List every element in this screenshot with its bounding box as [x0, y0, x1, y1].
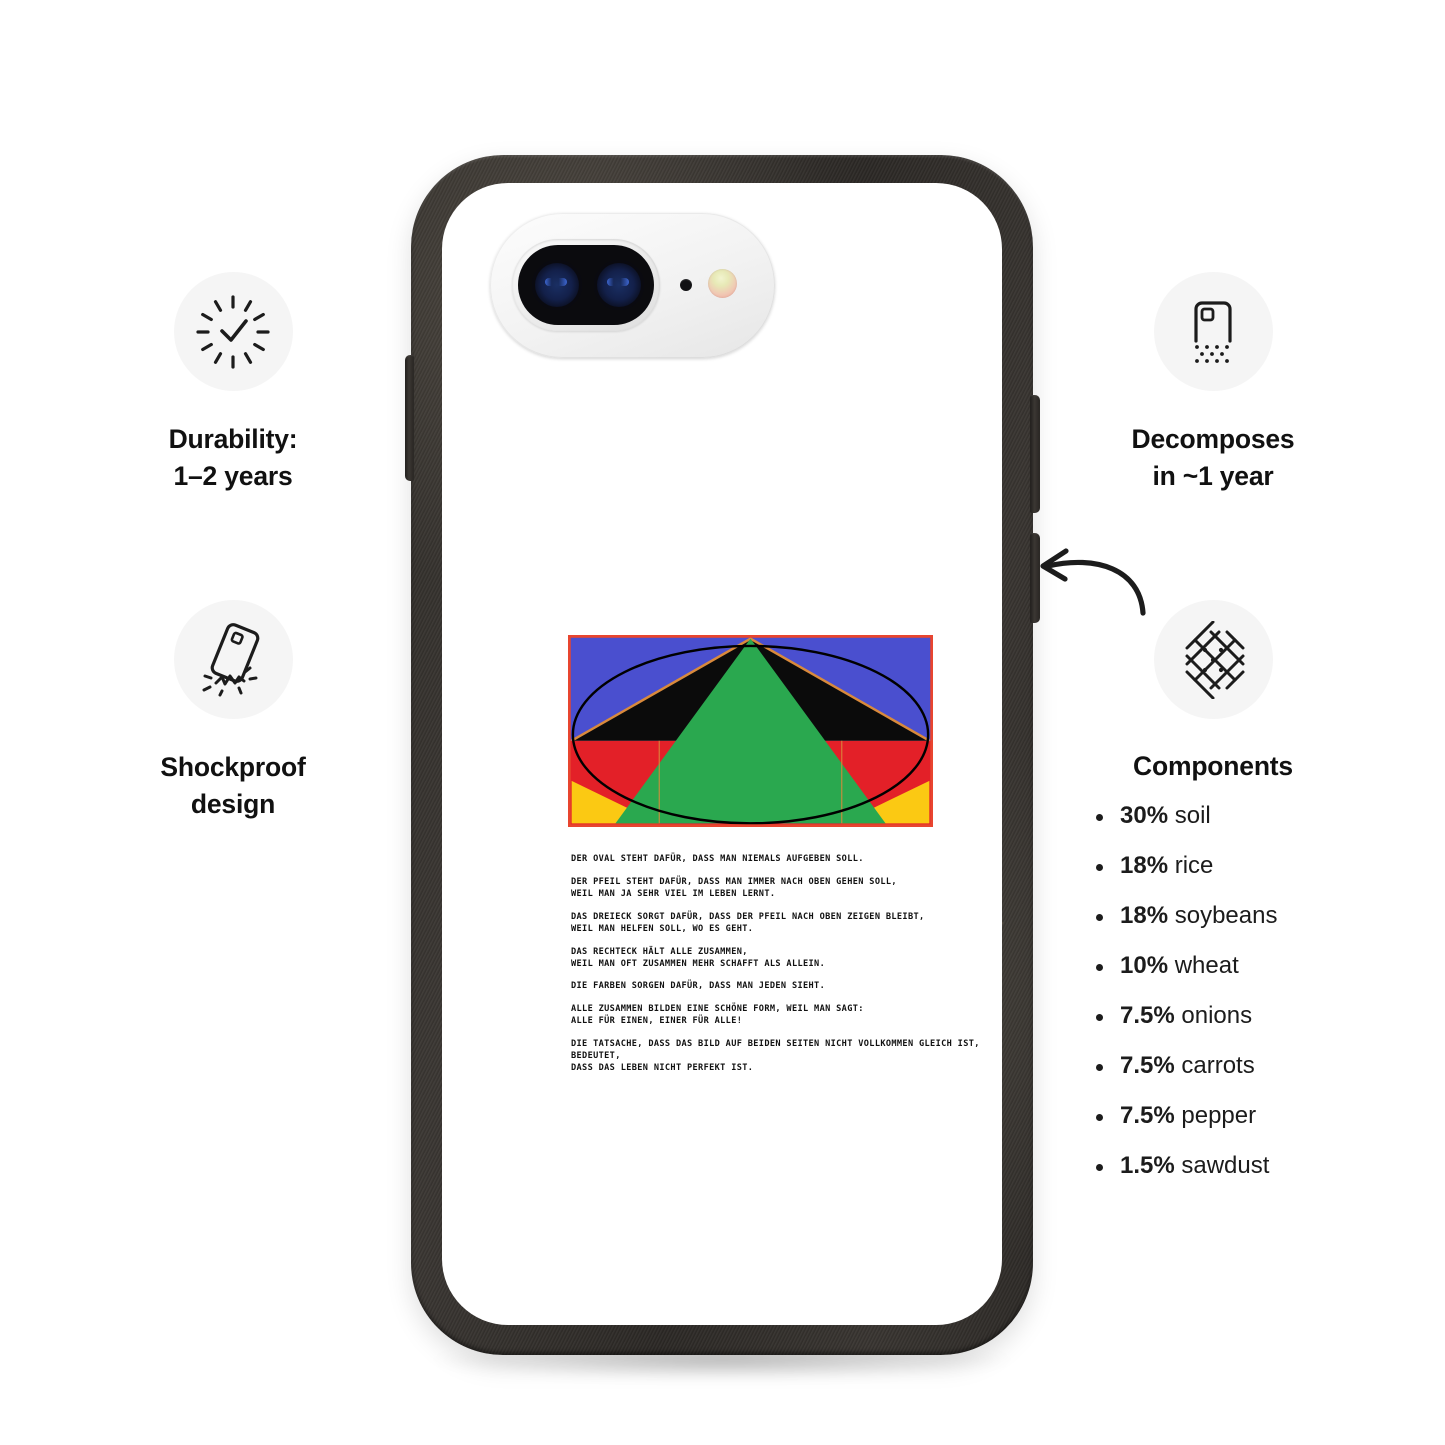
feature-shockproof: Shockproof design	[88, 600, 378, 822]
list-item: 7.5% pepper	[1092, 1104, 1277, 1128]
feature-durability: Durability: 1–2 years	[88, 272, 378, 494]
volume-up-button[interactable]	[1030, 395, 1040, 513]
text-line: Alle für einen, einer für alle!	[571, 1016, 743, 1027]
shockproof-line-2: design	[190, 788, 276, 819]
case-dissolving-dots-icon	[1153, 272, 1273, 391]
list-item: 10% wheat	[1092, 954, 1277, 978]
flash-icon	[708, 269, 737, 298]
text-line: Der Oval steht dafür, dass man niemals a…	[571, 854, 864, 864]
feature-decomposes: Decomposes in ~1 year	[1068, 272, 1358, 494]
components-title: Components	[1133, 751, 1293, 781]
list-item: 7.5% onions	[1092, 1004, 1277, 1028]
component-percent: 18%	[1120, 852, 1169, 879]
camera-lens-housing-inner	[518, 245, 654, 325]
camera-lens-telephoto	[594, 260, 644, 310]
component-percent: 7.5%	[1120, 1052, 1175, 1079]
text-paragraph: Der Pfeil steht dafür, dass man immer na…	[571, 876, 1002, 900]
durability-line-2: 1–2 years	[173, 460, 293, 491]
text-line: Die Farben sorgen dafür, dass man jeden …	[571, 981, 826, 992]
text-line: Die Tatsache, dass das Bild auf beiden S…	[571, 1039, 980, 1050]
phone-case-product-image: Der Oval steht dafür, dass man niemals a…	[405, 155, 1040, 1355]
durability-line-1: Durability:	[168, 424, 298, 454]
component-material: rice	[1174, 852, 1214, 879]
text-line: Alle zusammen bilden eine schöne Form, w…	[571, 1004, 864, 1015]
curved-arrow-icon	[1018, 535, 1208, 655]
component-percent: 1.5%	[1120, 1152, 1175, 1179]
list-item: 7.5% carrots	[1092, 1054, 1277, 1078]
text-paragraph: Der Oval steht dafür, dass man niemals a…	[571, 853, 1002, 865]
decomposes-line-2: in ~1 year	[1152, 460, 1274, 491]
component-material: onions	[1181, 1002, 1253, 1029]
printed-artwork	[568, 635, 933, 827]
text-paragraph: Alle zusammen bilden eine schöne Form, w…	[571, 1003, 1002, 1027]
component-material: soil	[1174, 802, 1211, 829]
text-line: weil man ja sehr viel im Leben lernt.	[571, 888, 776, 899]
feature-durability-label: Durability: 1–2 years	[169, 421, 298, 494]
phone-impact-icon	[173, 600, 293, 719]
list-item: 1.5% sawdust	[1092, 1154, 1277, 1178]
text-paragraph: Die Farben sorgen dafür, dass man jeden …	[571, 980, 1002, 992]
component-material: pepper	[1181, 1102, 1257, 1129]
component-material: carrots	[1181, 1052, 1255, 1079]
text-line: weil man helfen soll, wo es geht.	[571, 923, 754, 934]
component-percent: 7.5%	[1120, 1002, 1175, 1029]
feature-shockproof-label: Shockproof design	[160, 749, 305, 822]
feature-decomposes-label: Decomposes in ~1 year	[1132, 421, 1295, 494]
component-material: sawdust	[1181, 1152, 1270, 1179]
component-percent: 10%	[1120, 952, 1169, 979]
text-line: Das Dreieck sorgt dafür, dass der Pfeil …	[571, 911, 925, 922]
text-line: Der Pfeil steht dafür, dass man immer na…	[571, 876, 897, 887]
shockproof-line-1: Shockproof	[160, 752, 306, 782]
power-button[interactable]	[405, 355, 414, 481]
list-item: 18% rice	[1092, 854, 1277, 878]
camera-lens-housing	[512, 239, 660, 331]
components-list: 30% soil 18% rice 18% soybeans 10% wheat…	[1068, 804, 1277, 1204]
text-paragraph: Die Tatsache, dass das Bild auf beiden S…	[571, 1038, 1002, 1075]
list-item: 18% soybeans	[1092, 904, 1277, 928]
text-line: weil man oft zusammen mehr schafft als a…	[571, 958, 826, 969]
text-line: dass das Leben nicht perfekt ist.	[571, 1063, 754, 1074]
camera-module	[490, 213, 775, 358]
text-paragraph: Das Rechteck hält alle zusammen, weil ma…	[571, 946, 1002, 970]
burst-check-icon	[173, 272, 293, 391]
component-percent: 7.5%	[1120, 1102, 1175, 1129]
text-line: Das Rechteck hält alle zusammen,	[571, 946, 748, 957]
camera-lens-wide	[532, 260, 582, 310]
microphone-icon	[680, 279, 692, 291]
printed-description-text: Der Oval steht dafür, dass man niemals a…	[571, 853, 1002, 1085]
component-percent: 18%	[1120, 902, 1169, 929]
text-line: bedeutet,	[571, 1051, 621, 1062]
case-back-surface: Der Oval steht dafür, dass man niemals a…	[442, 183, 1002, 1325]
product-feature-layout: Durability: 1–2 years Shockproof design …	[0, 0, 1445, 1445]
component-material: soybeans	[1174, 902, 1278, 929]
list-item: 30% soil	[1092, 804, 1277, 828]
decomposes-line-1: Decomposes	[1131, 424, 1295, 454]
text-paragraph: Das Dreieck sorgt dafür, dass der Pfeil …	[571, 911, 1002, 935]
component-percent: 30%	[1120, 802, 1169, 829]
feature-components: Components 30% soil 18% rice 18% soybean…	[1068, 600, 1358, 1204]
component-material: wheat	[1174, 952, 1239, 979]
